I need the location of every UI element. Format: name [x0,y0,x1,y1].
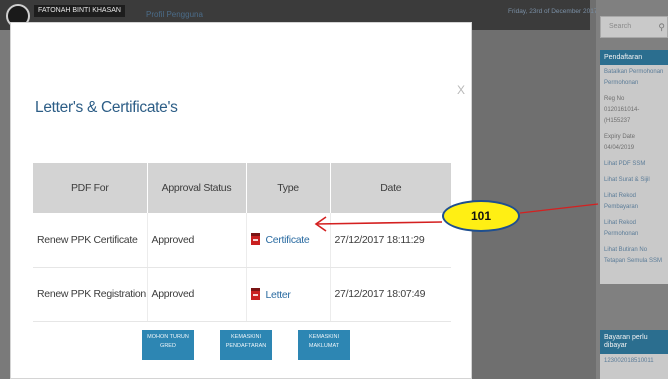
letters-certificates-modal: Letter's & Certificate's X PDF For Appro… [10,22,472,379]
cell-type: Letter [246,267,331,322]
sidebar-link-letters[interactable]: Lihat Surat & Sijil [600,173,668,184]
button-label-line: GRED [160,343,176,349]
modal-title: Letter's & Certificate's [35,99,178,116]
upgrade-grade-button[interactable]: MOHON TURUN GRED [142,330,194,360]
update-registration-button[interactable]: KEMASKINI PENDAFTARAN [220,330,272,360]
registration-heading: Pendaftaran [600,50,668,65]
registration-panel: Pendaftaran Batalkan Permohonan Permohon… [600,50,668,284]
sidebar-link-payment-record-2[interactable]: Pembayaran [600,200,668,211]
pdf-file-icon[interactable] [250,233,260,246]
reg-no-value-2: (H155237 [604,118,631,124]
payment-ref[interactable]: 123002018510011 [600,354,668,365]
sidebar-link-payment-record[interactable]: Lihat Rekod [600,189,668,200]
column-header-date: Date [330,163,451,213]
cell-pdf-for: Renew PPK Registration [33,267,148,322]
cell-status: Approved [147,213,247,268]
letter-link[interactable]: Letter [266,289,291,301]
sidebar-link-application-record-2[interactable]: Permohonan [600,227,668,238]
pdf-file-icon[interactable] [250,287,260,300]
button-label-line: KEMASKINI [231,334,261,340]
user-name: FATONAH BINTI KHASAN [34,5,125,17]
button-label-line: MOHON TURUN [147,334,189,340]
cell-date: 27/12/2017 18:11:29 [330,213,451,268]
annotation-callout: 101 [442,200,520,232]
column-header-approval-status: Approval Status [147,163,247,213]
sidebar-link-cancel-2[interactable]: Permohonan [600,76,668,87]
search-input[interactable]: Search ⚲ [600,16,668,38]
arrow-to-sidebar [519,203,599,214]
reg-no-value-1: 0120161014- [604,107,640,113]
table-header-row: PDF For Approval Status Type Date [33,163,451,213]
cell-status: Approved [147,267,247,322]
cell-type: Certificate [246,213,331,268]
date-text: Friday, 23rd of December 2017 [508,8,598,15]
reg-no-label: Reg No [604,96,625,102]
sidebar-link-pdf-ssm[interactable]: Lihat PDF SSM [600,157,668,168]
expiry-value: 04/04/2019 [604,145,635,151]
table-row: Renew PPK Certificate Approved Certifica… [33,213,451,268]
payment-heading: Bayaran perlu dibayar [600,330,668,354]
column-header-type: Type [246,163,331,213]
update-info-button[interactable]: KEMASKINI MAKLUMAT [298,330,350,360]
column-header-pdf-for: PDF For [33,163,148,213]
sidebar-link-application-record[interactable]: Lihat Rekod [600,216,668,227]
sidebar-link-cancel[interactable]: Batalkan Permohonan [600,65,668,76]
button-label-line: KEMASKINI [309,334,339,340]
search-placeholder: Search [609,23,632,30]
sidebar-link-ssm-reset-2[interactable]: Tetapan Semula SSM [600,254,668,265]
button-label-line: PENDAFTARAN [225,343,267,349]
payment-panel: Bayaran perlu dibayar 123002018510011 [600,330,668,379]
expiry-label: Expiry Date [604,134,636,140]
cell-pdf-for: Renew PPK Certificate [33,213,148,268]
sidebar-link-ssm-reset[interactable]: Lihat Butiran No [600,243,668,254]
profile-nav-link[interactable]: Profil Pengguna [146,10,203,19]
close-icon[interactable]: X [457,83,465,97]
search-icon[interactable]: ⚲ [658,17,665,37]
certificate-link[interactable]: Certificate [266,234,310,246]
cell-date: 27/12/2017 18:07:49 [330,267,451,322]
table-row: Renew PPK Registration Approved Letter 2… [33,267,451,322]
payment-heading-line-1: Bayaran perlu [604,334,648,341]
button-label-line: MAKLUMAT [308,343,340,349]
documents-table: PDF For Approval Status Type Date Renew … [33,163,451,322]
payment-heading-line-2: dibayar [604,342,627,349]
